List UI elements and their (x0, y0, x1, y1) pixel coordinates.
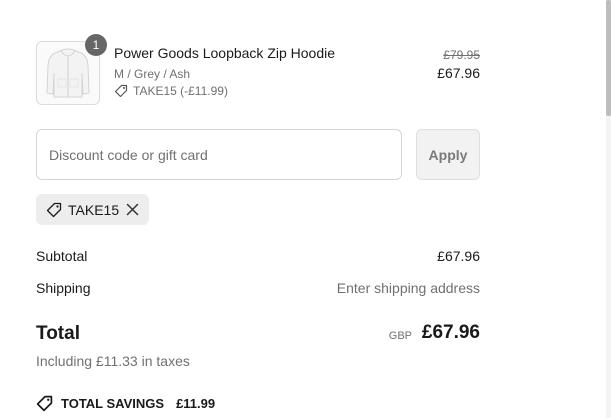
quantity-badge: 1 (85, 34, 107, 56)
tag-icon (114, 84, 128, 98)
product-variant: M / Grey / Ash (114, 67, 191, 81)
scrollbar[interactable] (606, 0, 611, 418)
product-price: £67.96 (437, 65, 480, 81)
subtotal-label: Subtotal (36, 248, 88, 264)
product-title: Power Goods Loopback Zip Hoodie (114, 45, 336, 61)
discount-form: Apply (36, 129, 480, 180)
product-discount: TAKE15 (-£11.99) (114, 84, 228, 98)
close-icon[interactable] (125, 202, 140, 217)
applied-code-text: TAKE15 (68, 201, 120, 218)
total-value: £67.96 (421, 322, 480, 343)
shipping-value: Enter shipping address (336, 280, 480, 296)
total-row: Total GBP £67.96 (36, 321, 480, 349)
discount-code-input[interactable] (36, 129, 402, 180)
total-label: Total (36, 323, 80, 344)
applied-discount-tag: TAKE15 (36, 194, 149, 225)
apply-button[interactable]: Apply (416, 129, 480, 180)
product-discount-text: TAKE15 (-£11.99) (133, 84, 228, 98)
currency-code: GBP (388, 330, 412, 342)
hoodie-icon (46, 48, 90, 98)
compare-at-price: £79.95 (443, 48, 480, 62)
tag-icon (46, 202, 62, 217)
shipping-label: Shipping (36, 280, 91, 296)
tag-icon (36, 395, 53, 412)
total-savings: TOTAL SAVINGS £11.99 (36, 395, 215, 412)
scrollbar-thumb[interactable] (606, 0, 611, 116)
savings-value: £11.99 (176, 396, 216, 411)
subtotal-value: £67.96 (437, 248, 480, 264)
savings-label: TOTAL SAVINGS (61, 396, 165, 411)
taxes-note: Including £11.33 in taxes (36, 353, 190, 369)
line-item: 1 Power Goods Loopback Zip Hoodie M / Gr… (36, 34, 480, 105)
